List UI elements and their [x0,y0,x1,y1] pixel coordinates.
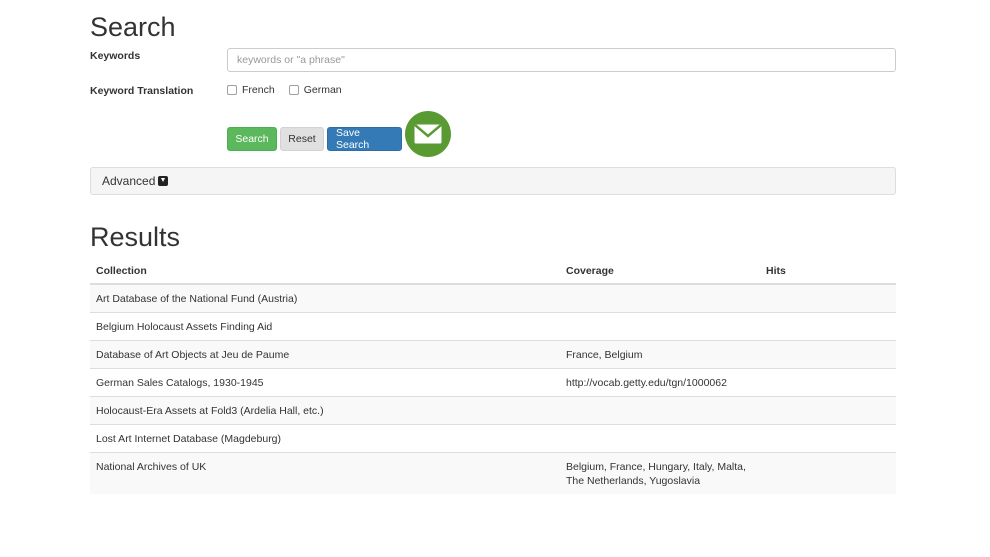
advanced-label: Advanced [102,174,156,188]
table-row: Database of Art Objects at Jeu de Paume … [90,340,896,369]
coverage-cell: http://vocab.getty.edu/tgn/1000062 [560,368,760,397]
german-checkbox[interactable] [288,85,299,95]
save-search-button[interactable]: Save Search [327,127,402,151]
coverage-cell [560,396,760,425]
hits-cell [760,452,896,494]
table-row: Belgium Holocaust Assets Finding Aid [90,312,896,341]
hits-cell [760,396,896,425]
coverage-cell [560,312,760,341]
table-row: Holocaust-Era Assets at Fold3 (Ardelia H… [90,396,896,425]
table-row: Lost Art Internet Database (Magdeburg) [90,424,896,453]
hits-cell [760,340,896,369]
german-label: German [303,84,342,96]
keywords-input[interactable] [227,48,896,72]
hits-cell [760,283,896,313]
french-checkbox[interactable] [227,85,237,95]
french-checkbox-option[interactable]: French [227,84,275,96]
hits-cell [760,424,896,453]
search-actions: Search Reset Save Search [227,111,451,157]
coverage-cell: Belgium, France, Hungary, Italy, Malta, … [560,452,760,494]
german-checkbox-option[interactable]: German [288,84,342,96]
table-row: Art Database of the National Fund (Austr… [90,283,896,313]
results-table: Collection Coverage Hits Art Database of… [90,259,896,494]
reset-button[interactable]: Reset [280,127,324,151]
collection-cell[interactable]: Art Database of the National Fund (Austr… [90,283,560,313]
collection-cell[interactable]: Belgium Holocaust Assets Finding Aid [90,312,560,341]
translation-options: French German [227,84,356,96]
search-heading: Search [90,12,176,42]
french-label: French [242,84,275,96]
collection-cell[interactable]: Holocaust-Era Assets at Fold3 (Ardelia H… [90,396,560,425]
keywords-label: Keywords [90,50,141,62]
column-header-coverage[interactable]: Coverage [560,259,760,285]
coverage-cell: France, Belgium [560,340,760,369]
envelope-icon [414,124,442,144]
collection-cell[interactable]: Lost Art Internet Database (Magdeburg) [90,424,560,453]
table-row: National Archives of UK Belgium, France,… [90,452,896,494]
collection-cell[interactable]: German Sales Catalogs, 1930-1945 [90,368,560,397]
advanced-toggle[interactable]: Advanced [90,167,896,195]
coverage-cell [560,424,760,453]
hits-cell [760,368,896,397]
table-row: German Sales Catalogs, 1930-1945 http://… [90,368,896,397]
coverage-cell [560,283,760,313]
collection-cell[interactable]: National Archives of UK [90,452,560,494]
column-header-hits[interactable]: Hits [760,259,896,285]
table-header-row: Collection Coverage Hits [90,259,896,285]
hits-cell [760,312,896,341]
keyword-translation-label: Keyword Translation [90,85,194,97]
column-header-collection[interactable]: Collection [90,259,560,285]
search-button[interactable]: Search [227,127,277,151]
caret-square-down-icon [158,176,169,186]
email-button[interactable] [405,111,451,157]
results-heading: Results [90,222,181,252]
collection-cell[interactable]: Database of Art Objects at Jeu de Paume [90,340,560,369]
